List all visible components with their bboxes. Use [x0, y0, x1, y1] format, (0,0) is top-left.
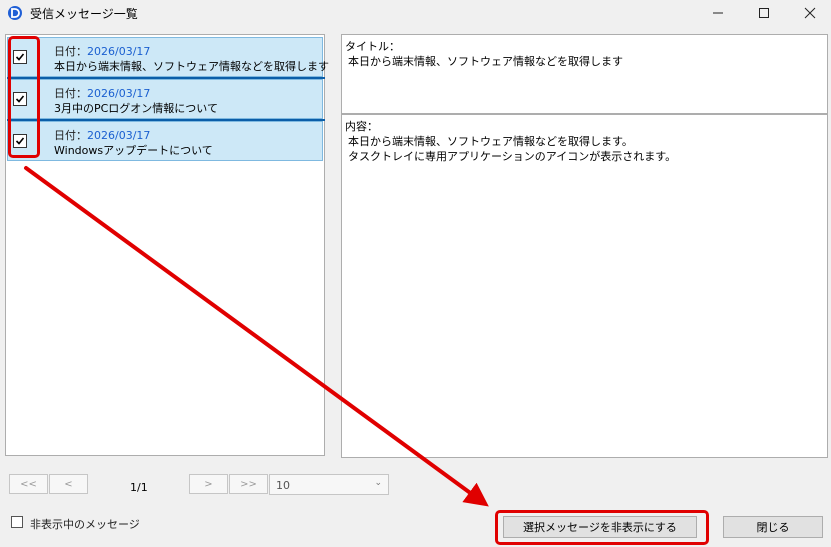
- annotation-arrow: [24, 166, 489, 507]
